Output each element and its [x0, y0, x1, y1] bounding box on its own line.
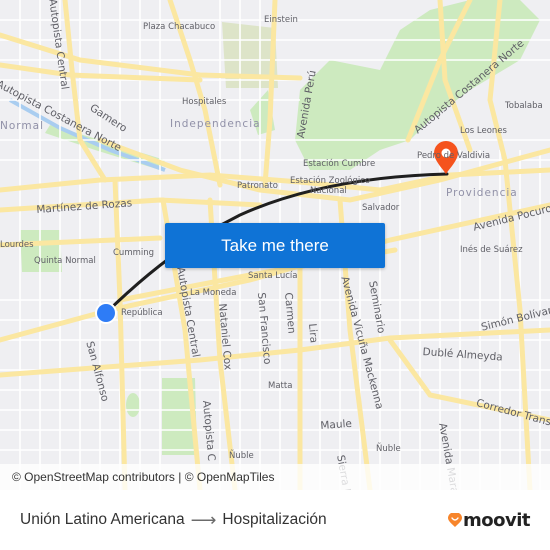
map-label: Estación Cumbre: [303, 159, 376, 169]
map-label: Cumming: [113, 248, 155, 258]
origin-dot-icon[interactable]: [95, 302, 117, 324]
map-label: Einstein: [264, 15, 298, 25]
map-label: Nacional: [310, 186, 347, 196]
arrow-right-icon: ⟶: [190, 509, 217, 530]
map-label: Lourdes: [0, 240, 34, 250]
map-label: Estación Zoológico: [290, 176, 371, 186]
map-label: Ñuble: [376, 444, 401, 454]
take-me-there-button[interactable]: Take me there: [165, 223, 385, 268]
map-label: Tobalaba: [505, 101, 543, 111]
route-summary: Unión Latino Americana ⟶ Hospitalización: [20, 510, 327, 531]
map-label: Santa Lucía: [248, 271, 298, 281]
map-label: Lira: [306, 323, 320, 344]
footer-bar: Unión Latino Americana ⟶ Hospitalización…: [0, 490, 550, 550]
screen: Plaza Chacabuco Einstein Autopista Centr…: [0, 0, 550, 550]
map-attribution[interactable]: © OpenStreetMap contributors | © OpenMap…: [0, 464, 550, 490]
map-label: República: [121, 308, 163, 318]
map-view[interactable]: Plaza Chacabuco Einstein Autopista Centr…: [0, 0, 550, 490]
map-label: Hospitales: [182, 97, 227, 107]
moovit-logo: moovit: [448, 509, 531, 531]
map-label: Plaza Chacabuco: [143, 22, 216, 32]
map-label: Ñuble: [229, 451, 254, 461]
map-label: La Moneda: [190, 288, 237, 298]
destination-name: Hospitalización: [222, 511, 327, 528]
map-label: Matta: [268, 381, 293, 391]
map-label: Los Leones: [460, 126, 507, 136]
brand-name: moovit: [463, 509, 531, 531]
district-label: Providencia: [446, 187, 518, 199]
district-label: Independencia: [170, 118, 261, 130]
map-label: Patronato: [237, 181, 278, 191]
map-label: Inés de Suárez: [460, 245, 523, 255]
map-label: Maule: [320, 417, 353, 432]
moovit-pin-icon: [448, 513, 462, 527]
district-label: Normal: [0, 120, 44, 132]
origin-name: Unión Latino Americana: [20, 511, 185, 528]
map-label: Salvador: [362, 203, 400, 213]
map-label: Quinta Normal: [34, 256, 96, 266]
map-label: Pedro de Valdivia: [417, 151, 491, 161]
park-pond: [126, 393, 140, 417]
